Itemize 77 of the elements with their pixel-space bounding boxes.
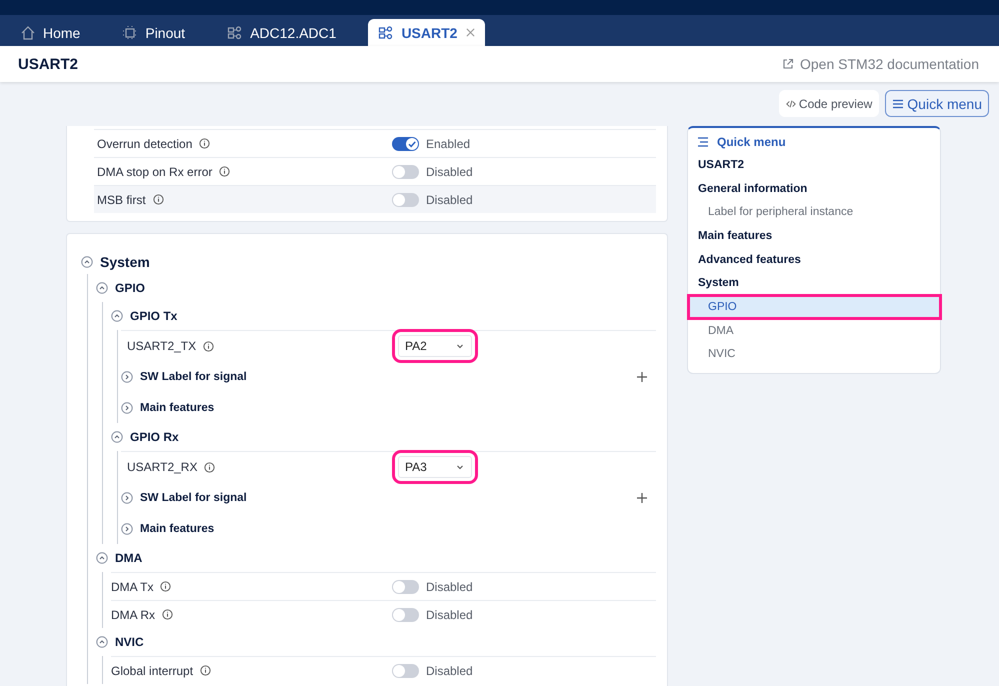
toggle-state: Disabled	[426, 164, 473, 178]
add-icon[interactable]	[636, 492, 648, 504]
quick-menu-item[interactable]: Main features	[688, 224, 940, 248]
quick-menu-item[interactable]: Label for peripheral instance	[688, 200, 940, 224]
toggle-switch[interactable]	[392, 164, 419, 178]
setting-label: MSB first	[97, 192, 146, 206]
quick-menu-item[interactable]: General information	[688, 176, 940, 200]
toggle-switch[interactable]	[392, 608, 419, 622]
group-title: GPIO	[115, 281, 146, 295]
quick-menu-item[interactable]: USART2	[688, 153, 940, 177]
quick-menu-item[interactable]: System	[688, 271, 940, 296]
subsection-title: SW Label for signal	[140, 370, 247, 382]
tab[interactable]: ADC12.ADC1	[217, 19, 346, 46]
add-icon[interactable]	[636, 370, 648, 382]
toggle-switch[interactable]	[392, 664, 419, 678]
home-icon	[20, 24, 36, 40]
group-title: DMA	[115, 551, 142, 565]
info-icon[interactable]	[199, 138, 210, 149]
collapse-icon[interactable]	[96, 552, 108, 564]
chip-icon	[122, 24, 138, 40]
info-icon[interactable]	[162, 609, 174, 620]
menu-icon	[892, 98, 904, 110]
collapse-icon[interactable]	[96, 282, 108, 294]
info-icon[interactable]	[200, 665, 212, 676]
menu-icon	[697, 136, 709, 148]
setting-label: Overrun detection	[97, 136, 192, 150]
section-title: System	[100, 254, 150, 270]
tab[interactable]: Pinout	[112, 19, 196, 46]
subsection-title: SW Label for signal	[140, 492, 247, 504]
toggle-state: Enabled	[426, 136, 470, 150]
toggle-state: Disabled	[426, 192, 473, 206]
expand-icon[interactable]	[121, 370, 133, 382]
quick-menu-item[interactable]: Advanced features	[688, 248, 940, 272]
info-icon[interactable]	[160, 581, 172, 592]
collapse-icon[interactable]	[96, 636, 108, 648]
panel-title: Quick menu	[717, 135, 786, 149]
collapse-icon[interactable]	[111, 310, 123, 322]
quick-menu-item[interactable]: NVIC	[688, 342, 940, 366]
expand-icon[interactable]	[121, 402, 133, 414]
info-icon[interactable]	[203, 340, 214, 352]
info-icon[interactable]	[152, 194, 164, 205]
setting-label: USART2_RX	[127, 460, 198, 474]
tab[interactable]: USART2	[368, 19, 486, 46]
tab[interactable]: Home	[10, 19, 90, 46]
setting-label: DMA stop on Rx error	[97, 164, 212, 178]
quick-menu-item[interactable]: DMA	[688, 318, 940, 342]
blocks-icon	[227, 24, 244, 40]
toggle-state: Disabled	[426, 664, 473, 678]
page-title: USART2	[18, 56, 78, 72]
group-title: GPIO Rx	[130, 430, 179, 444]
code-preview-button[interactable]: Code preview	[778, 90, 880, 117]
toggle-state: Disabled	[426, 580, 473, 594]
code-icon	[786, 98, 796, 108]
toggle-state: Disabled	[426, 608, 473, 622]
setting-label: USART2_TX	[127, 339, 196, 353]
subsection-title: Main features	[140, 402, 214, 414]
toggle-switch[interactable]	[392, 136, 419, 150]
subsection-title: Main features	[140, 522, 214, 534]
toggle-switch[interactable]	[392, 580, 419, 594]
documentation-link[interactable]: Open STM32 documentation	[782, 56, 979, 72]
setting-label: DMA Rx	[111, 608, 156, 622]
info-icon[interactable]	[204, 462, 216, 472]
group-title: GPIO Tx	[130, 309, 178, 323]
info-icon[interactable]	[219, 166, 230, 177]
quick-menu-item[interactable]: GPIO	[688, 295, 941, 319]
expand-icon[interactable]	[121, 492, 133, 504]
group-title: NVIC	[115, 635, 144, 649]
toggle-switch[interactable]	[392, 192, 419, 206]
blocks-icon	[378, 24, 394, 40]
collapse-icon[interactable]	[81, 256, 93, 268]
expand-icon[interactable]	[121, 522, 133, 534]
setting-label: Global interrupt	[111, 664, 194, 678]
setting-label: DMA Tx	[111, 580, 154, 594]
close-icon[interactable]	[466, 28, 476, 37]
quick-menu-button[interactable]: Quick menu	[885, 90, 989, 117]
collapse-icon[interactable]	[111, 431, 123, 443]
external-link-icon	[782, 58, 794, 70]
